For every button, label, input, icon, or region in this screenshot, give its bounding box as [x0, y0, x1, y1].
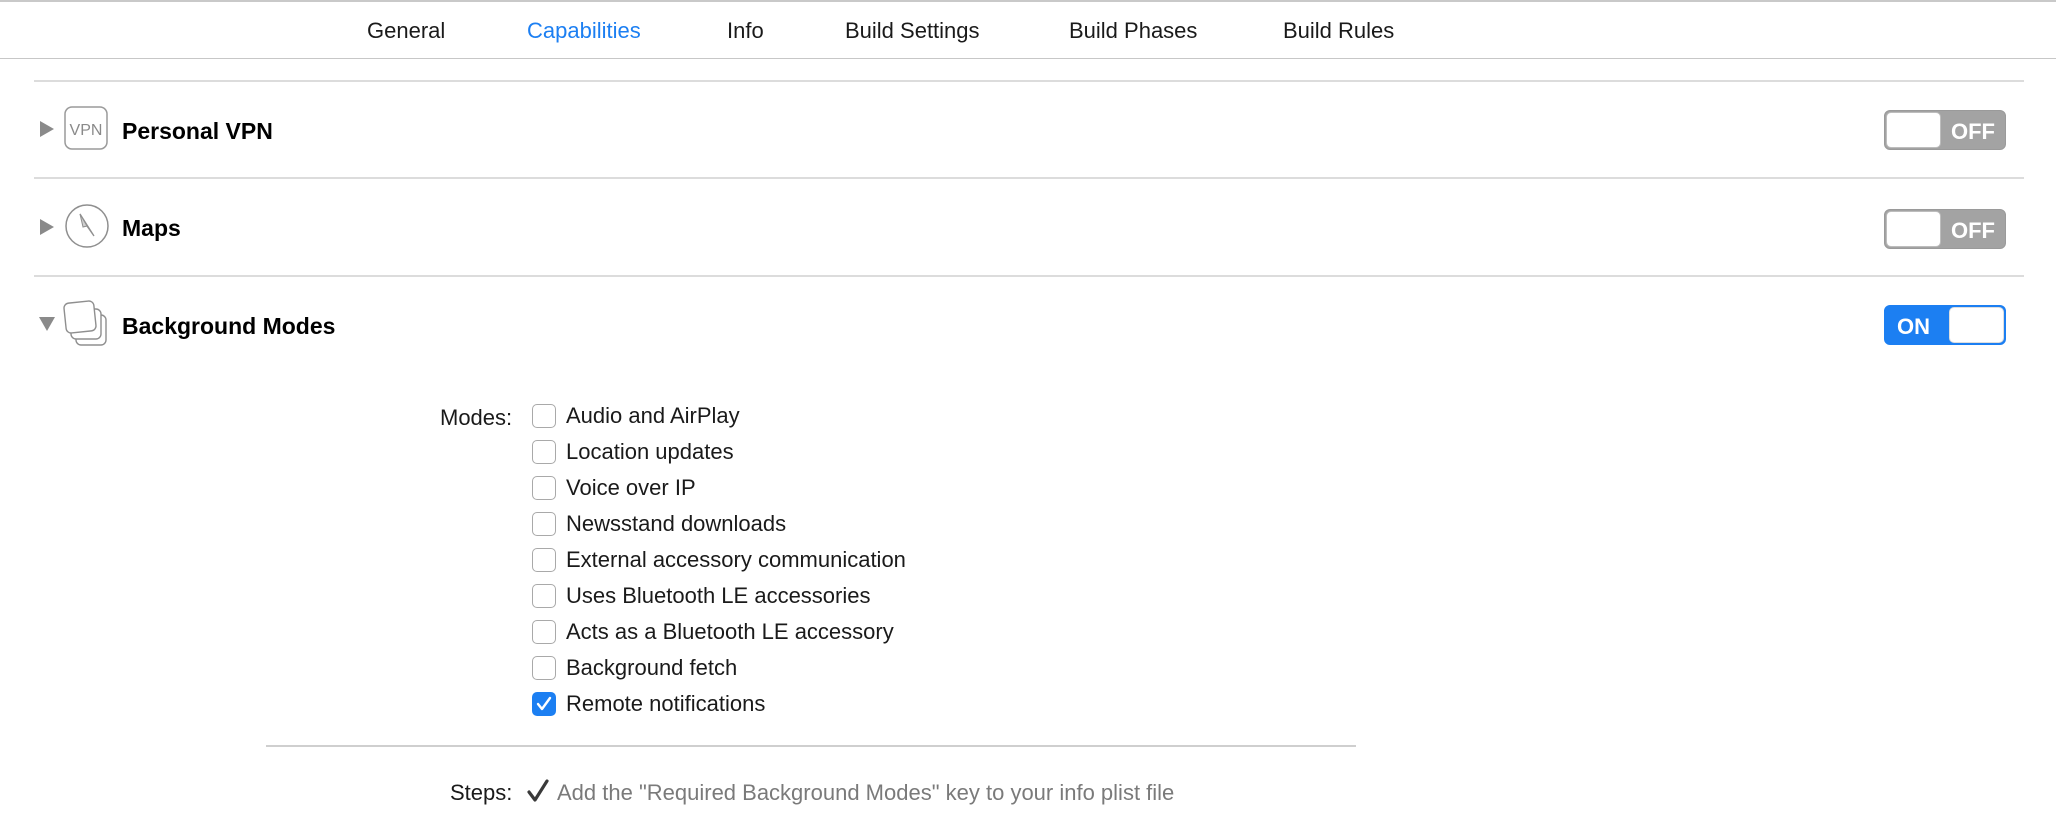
- capability-title: Background Modes: [122, 313, 336, 339]
- tab-info[interactable]: Info: [727, 18, 764, 44]
- personal-vpn-toggle[interactable]: OFF: [1884, 110, 2006, 150]
- mode-label: Remote notifications: [566, 691, 766, 716]
- capability-row-maps: Maps OFF: [0, 179, 2056, 275]
- vpn-icon-text: VPN: [70, 122, 103, 139]
- mode-bluetooth-le-accessories[interactable]: Uses Bluetooth LE accessories: [532, 582, 1032, 618]
- tab-build-phases[interactable]: Build Phases: [1069, 18, 1197, 44]
- step-complete-check-icon: [527, 779, 549, 802]
- compass-icon: [65, 204, 109, 248]
- disclosure-triangle-collapsed-icon[interactable]: [38, 218, 56, 236]
- maps-toggle[interactable]: OFF: [1884, 209, 2006, 249]
- mode-external-accessory[interactable]: External accessory communication: [532, 546, 1032, 582]
- mode-label: Background fetch: [566, 655, 738, 680]
- mode-label: Audio and AirPlay: [566, 403, 740, 428]
- steps-label: Steps:: [450, 780, 513, 805]
- toggle-knob: [1886, 112, 1941, 148]
- mode-voice-over-ip[interactable]: Voice over IP: [532, 474, 1032, 510]
- checkbox[interactable]: [532, 620, 556, 644]
- mode-audio-airplay[interactable]: Audio and AirPlay: [532, 402, 1032, 438]
- modes-checkbox-list: Audio and AirPlay Location updates Voice…: [532, 402, 1032, 726]
- checkbox[interactable]: [532, 512, 556, 536]
- disclosure-triangle-expanded-icon[interactable]: [38, 315, 56, 333]
- checkbox[interactable]: [532, 584, 556, 608]
- background-modes-toggle[interactable]: ON: [1884, 305, 2006, 345]
- checkbox[interactable]: [532, 656, 556, 680]
- mode-background-fetch[interactable]: Background fetch: [532, 654, 1032, 690]
- mode-label: Acts as a Bluetooth LE accessory: [566, 619, 894, 644]
- capability-title: Personal VPN: [122, 118, 273, 144]
- toggle-knob: [1949, 307, 2004, 343]
- steps-separator: [266, 745, 1356, 747]
- checkbox[interactable]: [532, 548, 556, 572]
- tab-build-rules[interactable]: Build Rules: [1283, 18, 1394, 44]
- mode-label: Voice over IP: [566, 475, 696, 500]
- tab-capabilities[interactable]: Capabilities: [527, 18, 641, 44]
- capability-row-personal-vpn: VPN Personal VPN OFF: [0, 82, 2056, 178]
- tab-general[interactable]: General: [367, 18, 445, 44]
- toggle-state-label: OFF: [1951, 119, 1995, 144]
- toggle-knob: [1886, 211, 1941, 247]
- vpn-icon: VPN: [64, 106, 108, 150]
- stacked-windows-icon: [63, 300, 107, 346]
- step-text: Add the "Required Background Modes" key …: [557, 780, 1175, 805]
- mode-location-updates[interactable]: Location updates: [532, 438, 1032, 474]
- capability-title: Maps: [122, 215, 181, 241]
- modes-label: Modes:: [440, 405, 513, 430]
- editor-tab-bar: General Capabilities Info Build Settings…: [0, 2, 2056, 59]
- mode-label: Uses Bluetooth LE accessories: [566, 583, 871, 608]
- checkmark-icon: [536, 696, 552, 711]
- checkbox-checked[interactable]: [532, 692, 556, 716]
- capability-row-background-modes: Background Modes ON: [0, 277, 2056, 373]
- mode-label: External accessory communication: [566, 547, 906, 572]
- mode-bluetooth-le-accessory[interactable]: Acts as a Bluetooth LE accessory: [532, 618, 1032, 654]
- checkbox[interactable]: [532, 440, 556, 464]
- toggle-state-label: ON: [1897, 314, 1930, 339]
- disclosure-triangle-collapsed-icon[interactable]: [38, 120, 56, 138]
- mode-newsstand-downloads[interactable]: Newsstand downloads: [532, 510, 1032, 546]
- checkbox[interactable]: [532, 404, 556, 428]
- toggle-state-label: OFF: [1951, 218, 1995, 243]
- mode-label: Newsstand downloads: [566, 511, 787, 536]
- tab-build-settings[interactable]: Build Settings: [845, 18, 980, 44]
- checkbox[interactable]: [532, 476, 556, 500]
- mode-remote-notifications[interactable]: Remote notifications: [532, 690, 1032, 726]
- mode-label: Location updates: [566, 439, 734, 464]
